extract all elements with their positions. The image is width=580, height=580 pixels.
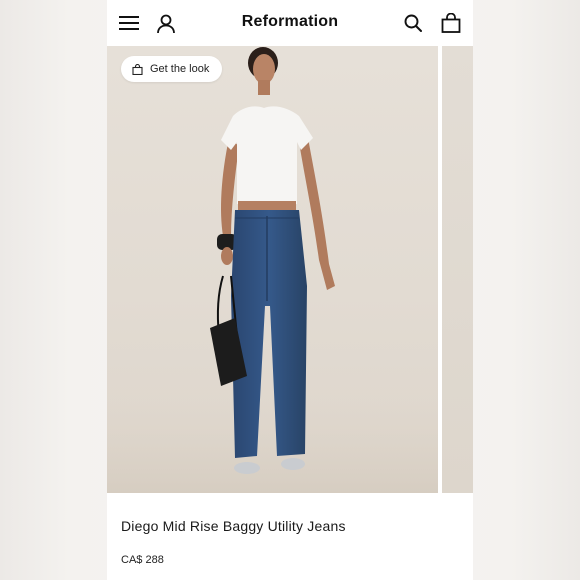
product-image-carousel[interactable]: Get the look xyxy=(107,46,473,493)
menu-icon[interactable] xyxy=(118,12,140,34)
shopping-bag-icon[interactable] xyxy=(440,12,462,34)
search-icon[interactable] xyxy=(402,12,424,34)
product-image[interactable]: Get the look xyxy=(107,46,438,493)
model-photo xyxy=(107,47,438,493)
account-icon[interactable] xyxy=(155,12,177,34)
product-info: Diego Mid Rise Baggy Utility Jeans CA$ 2… xyxy=(107,493,473,580)
bag-outline-icon xyxy=(132,63,143,75)
get-the-look-label: Get the look xyxy=(150,63,210,75)
product-page: Reformation Get the look Diego Mid Rise … xyxy=(107,0,473,580)
product-price: CA$ 288 xyxy=(121,554,164,566)
product-title: Diego Mid Rise Baggy Utility Jeans xyxy=(121,518,346,534)
top-nav-bar: Reformation xyxy=(107,0,473,46)
next-image-preview[interactable] xyxy=(442,46,473,493)
get-the-look-button[interactable]: Get the look xyxy=(121,56,223,82)
